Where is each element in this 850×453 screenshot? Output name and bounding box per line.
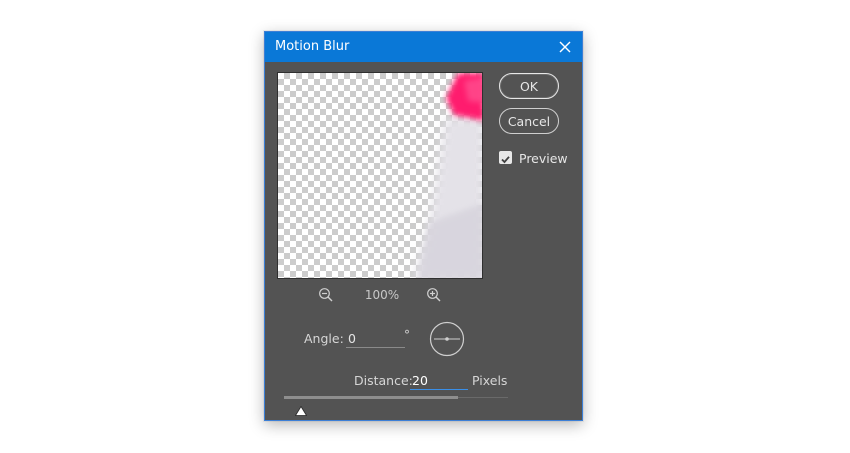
zoom-level: 100% <box>364 288 400 302</box>
distance-label: Distance: <box>354 373 413 388</box>
distance-unit: Pixels <box>472 373 508 388</box>
preview-checkbox[interactable] <box>499 151 512 164</box>
slider-track-extension <box>458 397 508 398</box>
angle-dial[interactable] <box>429 321 465 357</box>
zoom-out-icon[interactable] <box>318 287 334 303</box>
degree-symbol: ° <box>404 328 410 342</box>
angle-field[interactable] <box>346 329 405 348</box>
zoom-in-icon[interactable] <box>426 287 442 303</box>
dialog-titlebar[interactable]: Motion Blur <box>265 32 582 62</box>
preview-label: Preview <box>519 151 568 166</box>
preview-canvas[interactable] <box>277 72 483 279</box>
distance-field[interactable] <box>410 371 468 390</box>
dialog-title: Motion Blur <box>275 39 350 54</box>
cancel-button[interactable]: Cancel <box>499 108 559 134</box>
checkmark-icon <box>501 156 510 164</box>
motion-blur-dialog: Motion Blur OK Cancel Preview 100% Angle… <box>264 31 583 421</box>
close-icon[interactable] <box>554 36 576 58</box>
angle-label: Angle: <box>304 331 344 346</box>
distance-slider[interactable] <box>284 396 458 399</box>
distance-slider-thumb[interactable] <box>295 401 308 416</box>
ok-button[interactable]: OK <box>499 73 559 99</box>
